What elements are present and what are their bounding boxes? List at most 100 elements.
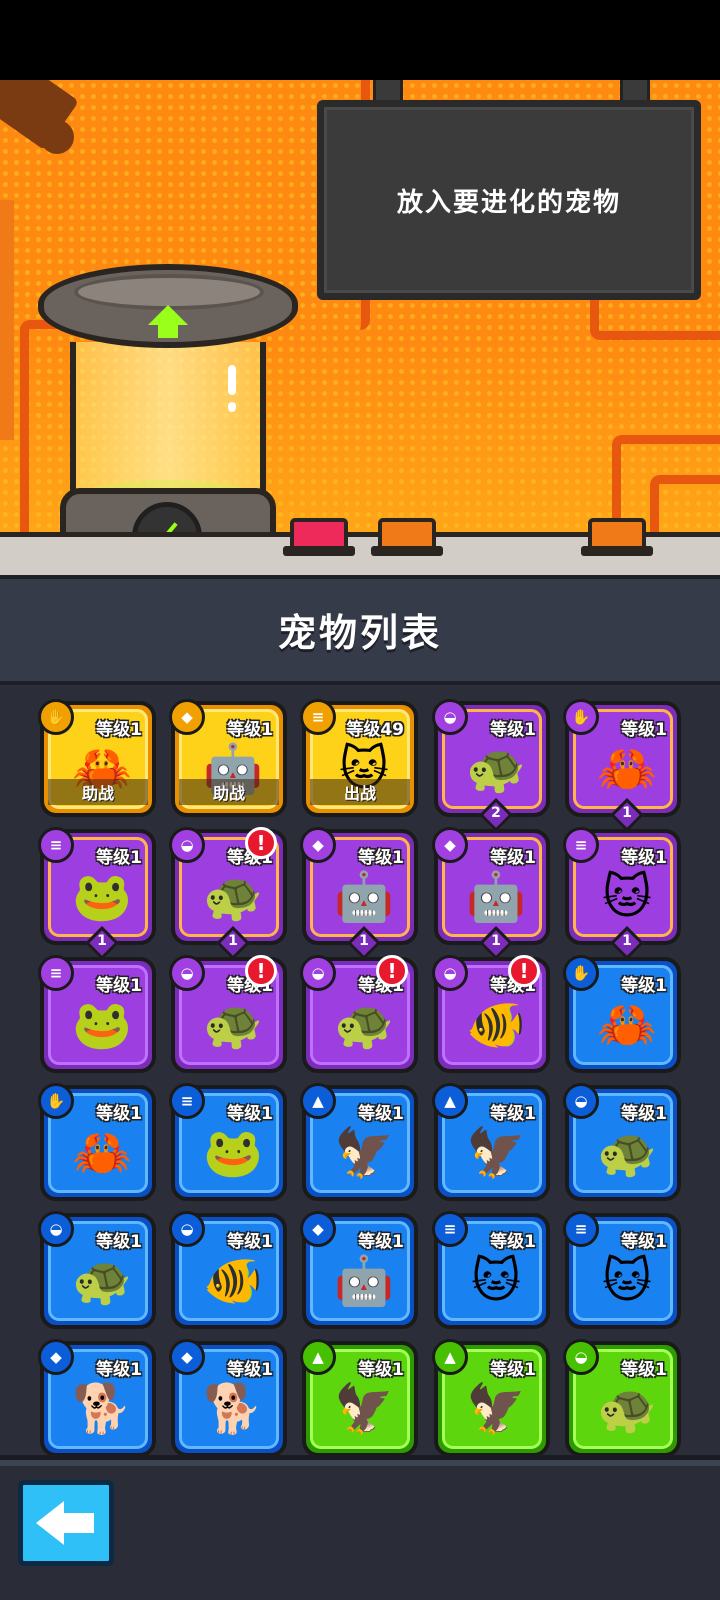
shell-icon: ◒ (300, 955, 336, 991)
pet-card[interactable]: 🐢 ◒ 等级1! (169, 955, 287, 1073)
evolution-rank-number: 1 (359, 933, 369, 949)
evolution-rank-number: 1 (97, 933, 107, 949)
goldfish-pet-icon: 🐠 (203, 1253, 263, 1309)
pet-card[interactable]: 🐱 ≡ 等级49 出战 (300, 699, 418, 817)
pipe-decoration (0, 200, 14, 440)
goldfish-pet-icon: 🐠 (466, 997, 526, 1053)
coin-stack-icon: ≡ (563, 1211, 599, 1247)
pet-level: 等级1 (96, 1232, 142, 1252)
robot-pet-icon: 🤖 (334, 869, 394, 925)
pet-card[interactable]: 🐢 ◒ 等级1 (38, 1211, 156, 1329)
pet-card[interactable]: 🐱 ≡ 等级1 1 (563, 827, 681, 960)
pet-level: 等级1 (490, 848, 536, 868)
pet-level: 等级1 (490, 1232, 536, 1252)
instruction-signboard: 放入要进化的宠物 (317, 100, 701, 300)
pet-level: 等级1 (96, 1360, 142, 1380)
pet-card[interactable]: 🤖 ◆ 等级1 1 (432, 827, 550, 960)
instruction-text: 放入要进化的宠物 (396, 187, 621, 218)
shell-icon: ◒ (169, 955, 205, 991)
pet-card[interactable]: 🦅 ▲ 等级1 (300, 1339, 418, 1457)
pet-card[interactable]: 🐕 ◆ 等级1 (169, 1339, 287, 1457)
pet-level: 等级1 (490, 1360, 536, 1380)
turtle-pet-icon: 🐢 (203, 869, 263, 925)
pet-level: 等级1 (621, 976, 667, 996)
pet-card[interactable]: 🦀 ✋ 等级1 (38, 1083, 156, 1201)
eagle-icon: ▲ (432, 1083, 468, 1119)
coin-stack-icon: ≡ (169, 1083, 205, 1119)
up-arrow-icon (148, 305, 188, 325)
pet-card[interactable]: 🐸 ≡ 等级1 1 (38, 827, 156, 960)
eagle-icon: ▲ (432, 1339, 468, 1375)
turtle-pet-icon: 🐢 (597, 1125, 657, 1181)
pet-card[interactable]: 🐢 ◒ 等级1 2 (432, 699, 550, 832)
pet-card[interactable]: 🐱 ≡ 等级1 (563, 1211, 681, 1329)
pet-level: 等级1 (96, 720, 142, 740)
shell-icon: ◒ (563, 1083, 599, 1119)
eagle-pet-icon: 🦅 (334, 1381, 394, 1437)
fox-icon: ◆ (169, 1339, 205, 1375)
pet-card[interactable]: 🦅 ▲ 等级1 (432, 1339, 550, 1457)
pet-card[interactable]: 🤖 ◆ 等级1 助战 (169, 699, 287, 817)
back-button[interactable] (18, 1480, 114, 1566)
pet-level: 等级1 (358, 848, 404, 868)
crab-pet-icon: 🦀 (597, 997, 657, 1053)
pet-card[interactable]: 🦅 ▲ 等级1 (432, 1083, 550, 1201)
pet-card[interactable]: 🐠 ◒ 等级1 (169, 1211, 287, 1329)
shell-icon: ◒ (38, 1211, 74, 1247)
dog-pet-icon: 🐕 (203, 1381, 263, 1437)
turtle-pet-icon: 🐢 (72, 1253, 132, 1309)
pet-level: 等级1 (358, 1232, 404, 1252)
pet-level: 等级1 (227, 1232, 273, 1252)
alert-icon: ! (245, 827, 277, 859)
pet-level: 等级1 (621, 848, 667, 868)
shell-icon: ◒ (432, 955, 468, 991)
pet-level: 等级1 (96, 976, 142, 996)
fox-icon: ◆ (169, 699, 205, 735)
coin-stack-icon: ≡ (563, 827, 599, 863)
pet-card[interactable]: 🐕 ◆ 等级1 (38, 1339, 156, 1457)
alert-icon: ! (245, 955, 277, 987)
pet-level: 等级1 (358, 1104, 404, 1124)
pet-card[interactable]: 🤖 ◆ 等级1 (300, 1211, 418, 1329)
pet-card[interactable]: 🐸 ≡ 等级1 (169, 1083, 287, 1201)
crab-pet-icon: 🦀 (72, 1125, 132, 1181)
pet-card[interactable]: 🐱 ≡ 等级1 (432, 1211, 550, 1329)
bottom-bar (0, 1455, 720, 1600)
pet-card[interactable]: 🐢 ◒ 等级1 (563, 1339, 681, 1457)
fox-icon: ◆ (38, 1339, 74, 1375)
pet-card[interactable]: 🐢 ◒ 等级1 1! (169, 827, 287, 960)
pet-card[interactable]: 🐢 ◒ 等级1 (563, 1083, 681, 1201)
eagle-pet-icon: 🦅 (466, 1381, 526, 1437)
pet-card[interactable]: 🐠 ◒ 等级1! (432, 955, 550, 1073)
pet-card[interactable]: 🦅 ▲ 等级1 (300, 1083, 418, 1201)
evolution-rank-number: 1 (491, 933, 501, 949)
pet-level: 等级1 (227, 720, 273, 740)
crab-pet-icon: 🦀 (597, 741, 657, 797)
turtle-pet-icon: 🐢 (334, 997, 394, 1053)
paw-icon: ✋ (38, 1083, 74, 1119)
pet-level: 等级1 (621, 1104, 667, 1124)
pet-list-title: 宠物列表 (277, 610, 442, 655)
pet-level: 等级1 (621, 1232, 667, 1252)
pet-card[interactable]: 🦀 ✋ 等级1 (563, 955, 681, 1073)
pet-card[interactable]: 🦀 ✋ 等级1 1 (563, 699, 681, 832)
pet-level: 等级1 (358, 1360, 404, 1380)
fox-icon: ◆ (300, 827, 336, 863)
coin-stack-icon: ≡ (300, 699, 336, 735)
shell-icon: ◒ (563, 1339, 599, 1375)
pet-level: 等级1 (490, 720, 536, 740)
shell-icon: ◒ (432, 699, 468, 735)
evolution-rank-number: 1 (622, 805, 632, 821)
pet-list-header: 宠物列表 (0, 575, 720, 685)
pet-card[interactable]: 🐢 ◒ 等级1! (300, 955, 418, 1073)
evolution-rank-number: 1 (228, 933, 238, 949)
shell-icon: ◒ (169, 827, 205, 863)
evolution-rank-number: 2 (491, 805, 501, 821)
pet-card[interactable]: 🐸 ≡ 等级1 (38, 955, 156, 1073)
pet-card[interactable]: 🤖 ◆ 等级1 1 (300, 827, 418, 960)
lamp-knob-decoration (40, 120, 74, 154)
back-arrow-icon (36, 1501, 96, 1545)
pet-card[interactable]: 🦀 ✋ 等级1 助战 (38, 699, 156, 817)
pet-level: 等级1 (621, 1360, 667, 1380)
status-bar (0, 0, 720, 80)
